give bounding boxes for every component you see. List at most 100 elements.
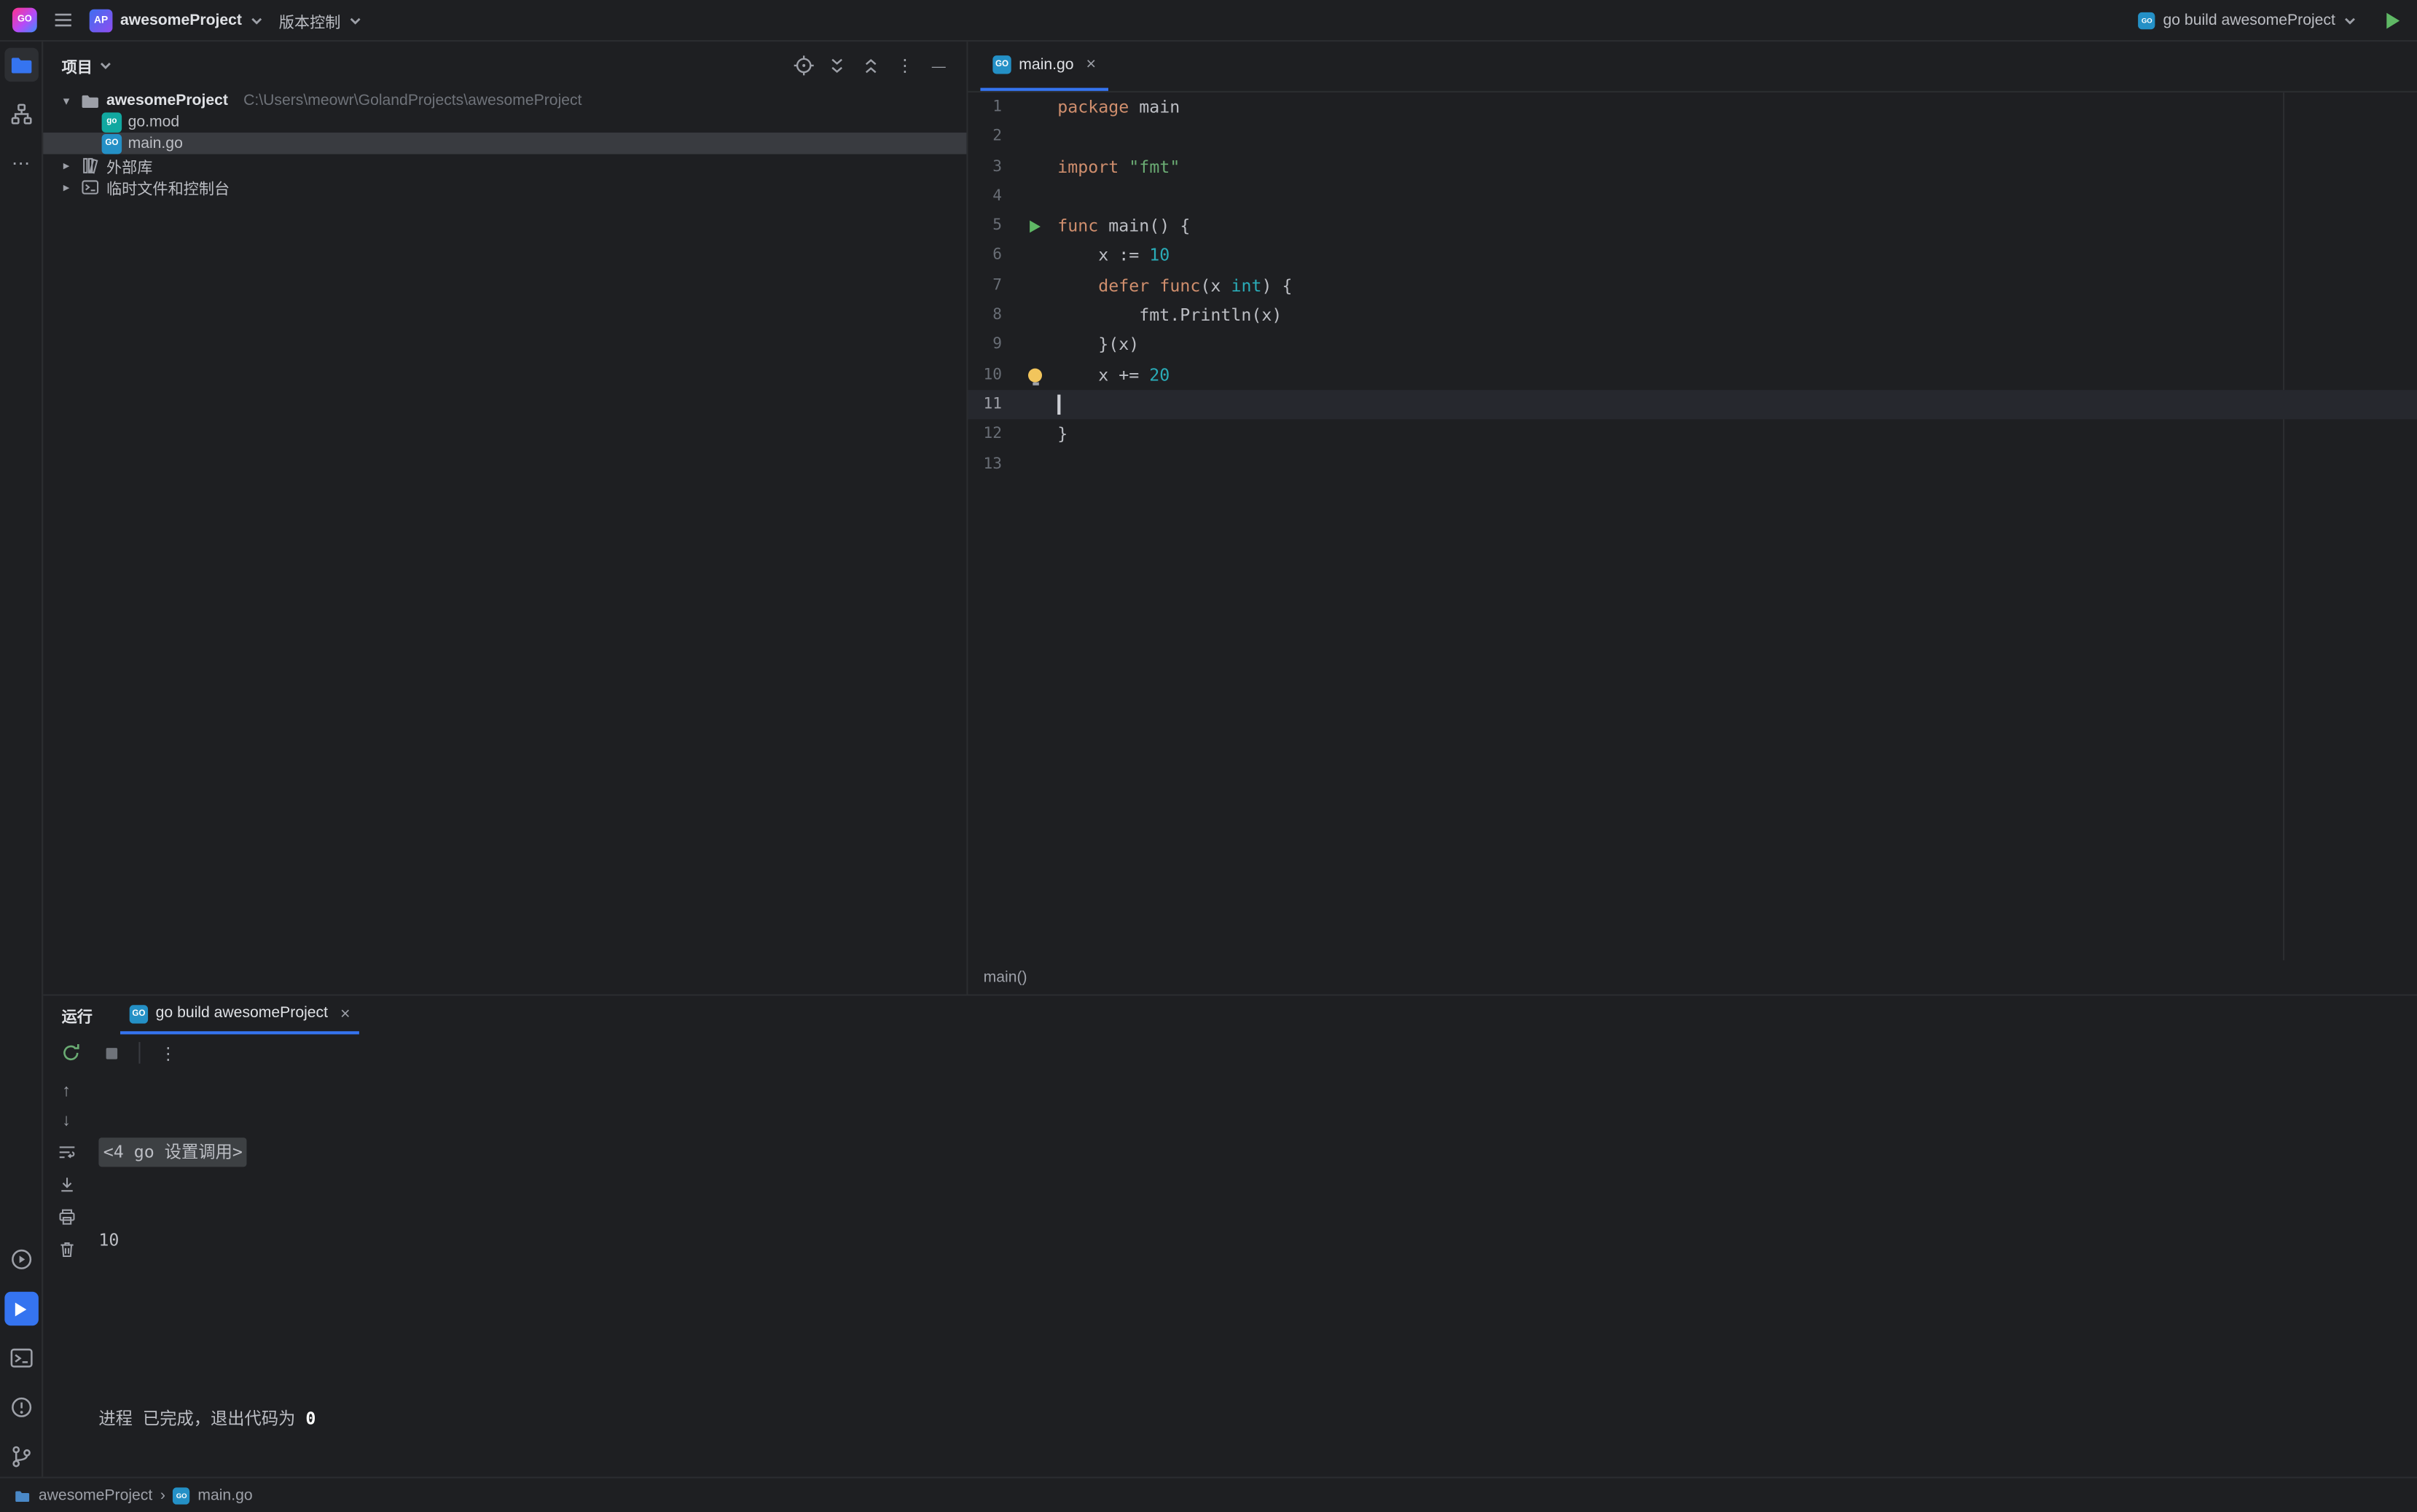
close-tab-icon[interactable]: × xyxy=(1086,55,1096,74)
locate-file-button[interactable] xyxy=(791,53,815,78)
code-text: func main() { xyxy=(1057,211,1190,241)
run-options-button[interactable]: ⋮ xyxy=(156,1041,181,1065)
tree-item-go-mod[interactable]: go go.mod xyxy=(43,111,966,133)
tool-project-button[interactable] xyxy=(4,48,38,82)
tree-item-external-libraries[interactable]: ▸ 外部库 xyxy=(43,154,966,176)
code-line-3[interactable]: 3import "fmt" xyxy=(968,152,2417,182)
print-button[interactable] xyxy=(54,1204,79,1229)
stop-icon xyxy=(101,1043,122,1063)
line-number[interactable]: 11 xyxy=(968,390,1012,420)
run-console[interactable]: <4 go 设置调用> 10 进程 已完成，退出代码为 0 xyxy=(90,1071,2417,1476)
code-line-2[interactable]: 2 xyxy=(968,122,2417,152)
text-caret xyxy=(1057,394,1059,415)
run-config-label: go build awesomeProject xyxy=(2163,12,2335,28)
code-line-10[interactable]: 10 x += 20 xyxy=(968,360,2417,390)
soft-wrap-button[interactable] xyxy=(54,1139,79,1164)
line-number[interactable]: 9 xyxy=(968,330,1012,360)
folder-icon xyxy=(80,90,101,111)
line-number[interactable]: 10 xyxy=(968,360,1012,390)
editor-tab-main-go[interactable]: GO main.go × xyxy=(980,42,1108,91)
code-line-12[interactable]: 12} xyxy=(968,420,2417,450)
go-file-icon: GO xyxy=(102,133,122,154)
hamburger-icon xyxy=(52,9,74,31)
code-editor[interactable]: 1package main23import "fmt"45 func main()… xyxy=(968,93,2417,960)
folder-icon xyxy=(9,52,34,77)
main-toolbar: GO AP awesomeProject 版本控制 GO go build aw… xyxy=(0,0,2417,42)
run-line-icon[interactable] xyxy=(1013,220,1057,232)
code-line-9[interactable]: 9 }(x) xyxy=(968,330,2417,360)
rerun-button[interactable] xyxy=(58,1041,83,1065)
run-tab-go-build[interactable]: GO go build awesomeProject × xyxy=(120,996,359,1035)
breadcrumb[interactable]: main() xyxy=(984,969,1027,986)
code-line-7[interactable]: 7 defer func(x int) { xyxy=(968,271,2417,301)
tree-item-root[interactable]: ▾ awesomeProject C:\Users\meowr\GolandPr… xyxy=(43,90,966,111)
console-fold-region[interactable]: <4 go 设置调用> xyxy=(98,1137,247,1167)
tree-item-main-go[interactable]: GO main.go xyxy=(43,133,966,154)
code-line-1[interactable]: 1package main xyxy=(968,93,2417,122)
run-config-widget[interactable]: GO go build awesomeProject xyxy=(2139,12,2357,28)
expanded-arrow-icon[interactable]: ▾ xyxy=(58,93,74,107)
stop-button[interactable] xyxy=(98,1041,123,1065)
tool-git-button[interactable] xyxy=(4,1440,38,1474)
activity-bar: ⋯ xyxy=(0,42,43,1476)
root-project-name: awesomeProject xyxy=(106,92,228,109)
code-line-5[interactable]: 5 func main() { xyxy=(968,211,2417,241)
collapsed-arrow-icon[interactable]: ▸ xyxy=(58,179,74,193)
next-occurrence-button[interactable]: ↓ xyxy=(62,1110,71,1132)
collapse-all-button[interactable] xyxy=(858,53,883,78)
line-number[interactable]: 4 xyxy=(968,181,1012,211)
vcs-widget[interactable]: 版本控制 xyxy=(279,9,362,32)
code-line-11[interactable]: 11 xyxy=(968,390,2417,420)
kebab-icon: ⋮ xyxy=(160,1043,176,1063)
tool-terminal-button[interactable] xyxy=(4,1341,38,1375)
line-number[interactable]: 5 xyxy=(968,211,1012,241)
clear-console-button[interactable] xyxy=(54,1237,79,1261)
statusbar-project[interactable]: awesomeProject xyxy=(39,1486,152,1503)
line-number[interactable]: 3 xyxy=(968,152,1012,182)
editor-pane: GO main.go × 1package main23import "fmt"… xyxy=(968,42,2417,994)
line-number[interactable]: 6 xyxy=(968,241,1012,271)
project-name: awesomeProject xyxy=(120,12,242,28)
hamburger-menu-button[interactable] xyxy=(52,9,74,31)
project-widget[interactable]: AP awesomeProject xyxy=(90,9,264,32)
close-tab-icon[interactable]: × xyxy=(340,1004,350,1022)
prev-occurrence-button[interactable]: ↑ xyxy=(62,1081,71,1102)
logo-text: GO xyxy=(17,15,32,25)
line-number[interactable]: 7 xyxy=(968,271,1012,301)
tool-structure-button[interactable] xyxy=(4,97,38,131)
more-tool-windows-button[interactable]: ⋯ xyxy=(4,146,38,181)
tree-item-scratches[interactable]: ▸ 临时文件和控制台 xyxy=(43,176,966,197)
tool-run-button[interactable] xyxy=(4,1292,38,1326)
expand-all-button[interactable] xyxy=(825,53,850,78)
code-line-8[interactable]: 8 fmt.Println(x) xyxy=(968,301,2417,331)
terminal-icon xyxy=(9,1346,34,1371)
go-run-config-icon: GO xyxy=(2139,12,2155,28)
intention-bulb-icon[interactable] xyxy=(1013,368,1057,382)
hide-panel-button[interactable]: — xyxy=(926,53,951,78)
run-button[interactable] xyxy=(2381,9,2405,32)
code-line-13[interactable]: 13 xyxy=(968,450,2417,479)
run-panel-title[interactable]: 运行 xyxy=(62,996,93,1035)
line-number[interactable]: 8 xyxy=(968,301,1012,331)
more-icon: ⋯ xyxy=(12,152,30,174)
scroll-to-end-button[interactable] xyxy=(54,1172,79,1196)
project-panel-title[interactable]: 项目 xyxy=(62,54,93,77)
line-number[interactable]: 13 xyxy=(968,450,1012,479)
console-line: <4 go 设置调用> xyxy=(98,1137,2417,1167)
line-number[interactable]: 1 xyxy=(968,93,1012,122)
line-number[interactable]: 2 xyxy=(968,122,1012,152)
line-number[interactable]: 12 xyxy=(968,420,1012,450)
editor-tab-label: main.go xyxy=(1019,56,1073,73)
collapsed-arrow-icon[interactable]: ▸ xyxy=(58,158,74,172)
tree-item-label: 外部库 xyxy=(106,153,152,176)
run-play-icon xyxy=(2381,9,2405,32)
code-line-4[interactable]: 4 xyxy=(968,181,2417,211)
statusbar-file[interactable]: main.go xyxy=(197,1486,252,1503)
chevron-down-icon xyxy=(2343,13,2357,27)
code-line-6[interactable]: 6 x := 10 xyxy=(968,241,2417,271)
panel-options-button[interactable]: ⋮ xyxy=(893,53,917,78)
tool-services-button[interactable] xyxy=(4,1242,38,1277)
project-tool-window: 项目 ⋮ xyxy=(43,42,968,994)
tool-problems-button[interactable] xyxy=(4,1390,38,1425)
code-text: fmt.Println(x) xyxy=(1057,301,1282,331)
